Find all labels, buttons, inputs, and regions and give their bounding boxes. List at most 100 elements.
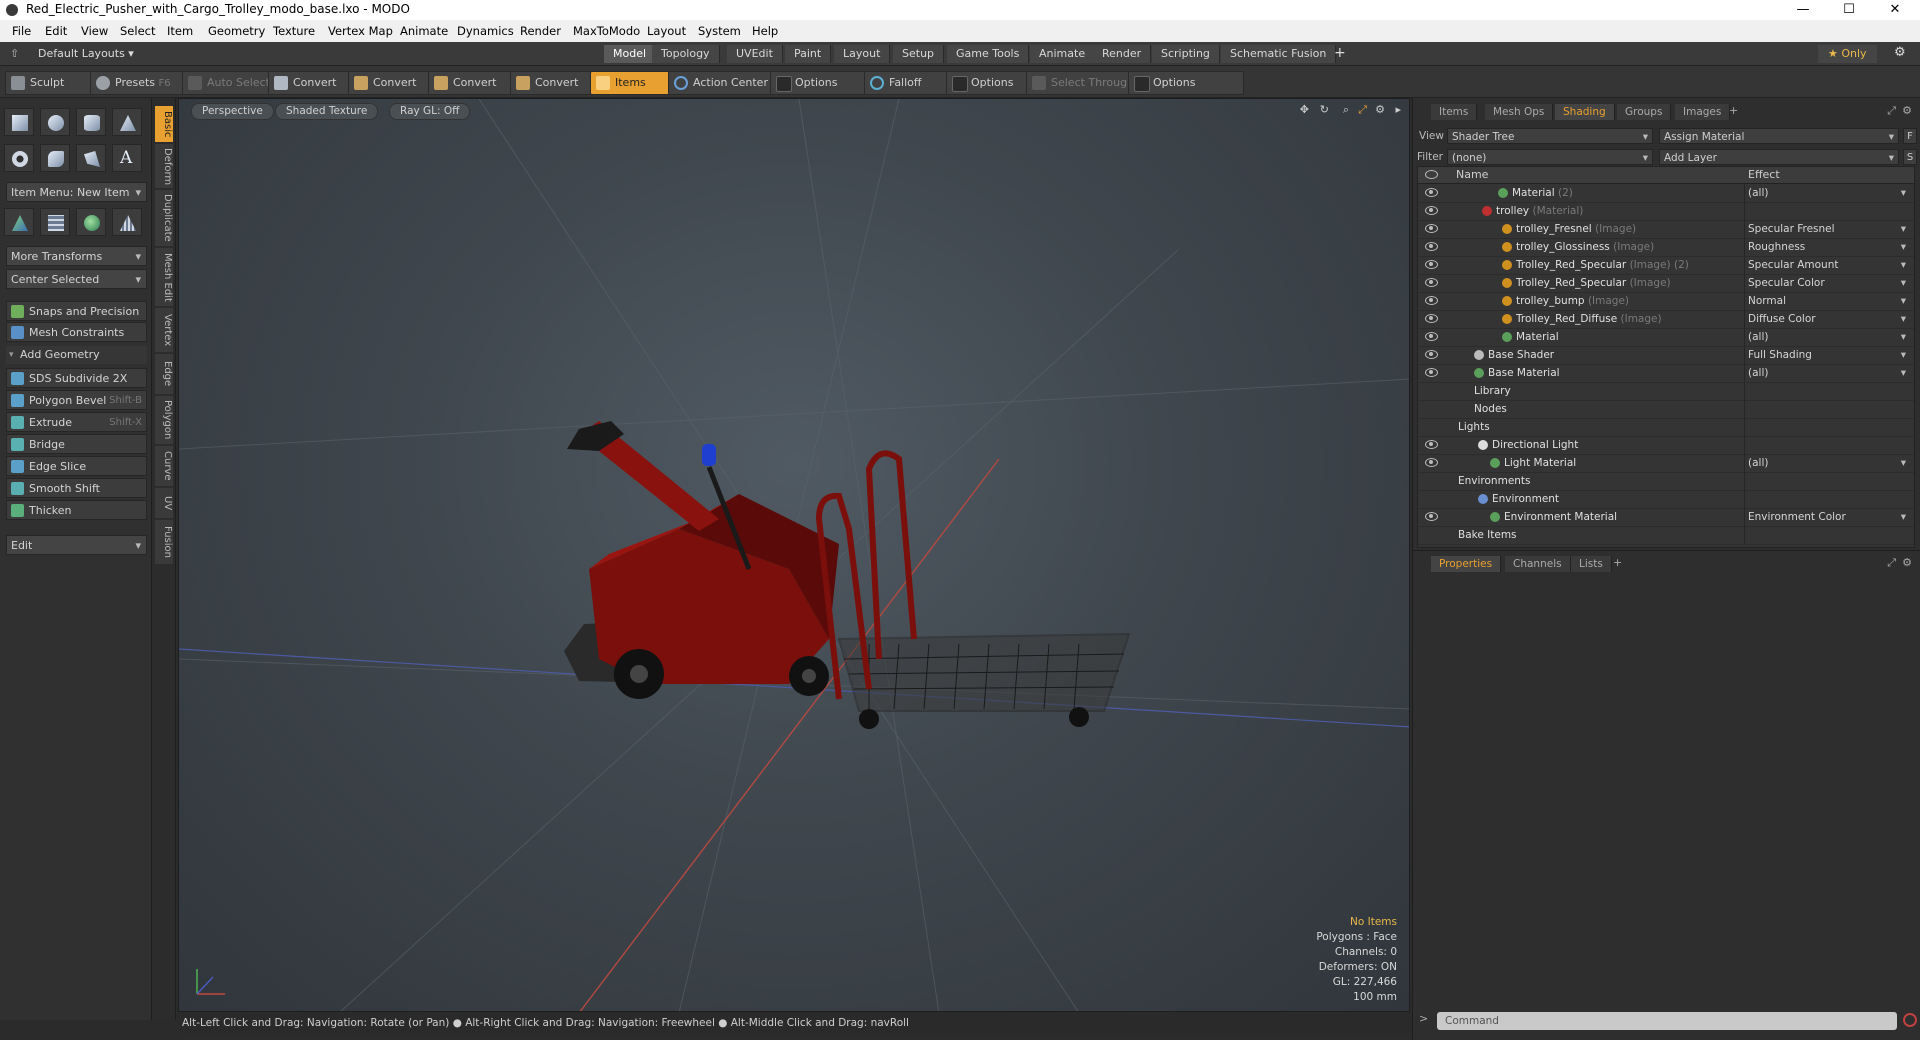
visibility-eye-icon[interactable] [1425,332,1438,341]
shader-tree-row[interactable]: trolley_bump (Image) Normal ▾ [1418,292,1914,311]
close-button[interactable]: ✕ [1872,0,1918,20]
filter-dropdown[interactable]: (none) [1447,149,1653,166]
effect-dropdown-arrow[interactable]: ▾ [1901,292,1906,310]
shader-tree[interactable]: Name Effect Material (2) (all) ▾ trolley (M… [1417,166,1915,548]
menu-animate[interactable]: Animate [400,24,448,38]
sds-subdivide-button[interactable]: SDS Subdivide 2X [6,368,147,388]
visibility-eye-icon[interactable] [1425,278,1438,287]
visibility-eye-icon[interactable] [1425,260,1438,269]
effect-dropdown-arrow[interactable]: ▾ [1901,274,1906,292]
shader-tree-row[interactable]: Trolley_Red_Diffuse (Image) Diffuse Color… [1418,310,1914,329]
effect-dropdown-arrow[interactable]: ▾ [1901,454,1906,472]
visibility-eye-icon[interactable] [1425,224,1438,233]
visibility-eye-icon[interactable] [1425,368,1438,377]
tab-images[interactable]: Images [1675,104,1731,120]
layer-effect[interactable]: Roughness [1748,238,1898,256]
vtab-curve[interactable]: Curve [155,446,173,486]
maximize-button[interactable]: ☐ [1826,0,1872,20]
shader-tree-row[interactable]: Light Material (all) ▾ [1418,454,1914,473]
menu-item[interactable]: Item [167,24,193,38]
visibility-eye-icon[interactable] [1425,440,1438,449]
tab-shading[interactable]: Shading [1555,104,1615,120]
vtab-fusion[interactable]: Fusion [155,520,173,564]
layer-effect[interactable]: (all) [1748,364,1898,382]
center-selected-dropdown[interactable]: Center Selected [6,269,147,290]
text-tool[interactable]: A [112,144,142,172]
globe-tool[interactable] [76,208,106,236]
menu-vertex-map[interactable]: Vertex Map [328,24,393,38]
assign-material-dropdown[interactable]: Assign Material [1659,128,1899,145]
tab-topology[interactable]: Topology [652,45,720,63]
effect-dropdown-arrow[interactable]: ▾ [1901,346,1906,364]
lower-expand-icon[interactable]: ⤢ [1887,556,1896,570]
visibility-eye-icon[interactable] [1425,512,1438,521]
tube-tool[interactable] [40,144,70,172]
shader-tree-row[interactable]: Material (2) (all) ▾ [1418,184,1914,203]
3d-viewport[interactable]: Perspective Shaded Texture Ray GL: Off ✥… [178,98,1410,1012]
grid-tool[interactable] [40,208,70,236]
menu-layout[interactable]: Layout [647,24,686,38]
layer-effect[interactable]: Environment Color [1748,508,1898,526]
add-lower-tab-button[interactable]: + [1613,556,1622,569]
zoom-icon[interactable]: ⌕ [1343,103,1349,117]
vtab-deform[interactable]: Deform [155,144,173,188]
perspective-view-button[interactable]: Perspective [191,103,274,120]
vtab-mesh-edit[interactable]: Mesh Edit [155,248,173,306]
tab-model[interactable]: Model [604,45,657,63]
layer-effect[interactable]: Normal [1748,292,1898,310]
minimize-button[interactable]: — [1780,0,1826,20]
effect-dropdown-arrow[interactable]: ▾ [1901,310,1906,328]
shader-tree-row[interactable]: Base Material (all) ▾ [1418,364,1914,383]
visibility-eye-icon[interactable] [1425,314,1438,323]
extrude-button[interactable]: Extrude Shift-X [6,412,147,432]
locator-tool[interactable] [4,208,34,236]
more-transforms-dropdown[interactable]: More Transforms [6,246,147,267]
tab-paint[interactable]: Paint [785,45,832,63]
vtab-edge[interactable]: Edge [155,354,173,394]
shader-tree-row[interactable]: Lights [1418,418,1914,437]
visibility-eye-icon[interactable] [1425,296,1438,305]
shader-tree-row[interactable]: trolley_Glossiness (Image) Roughness ▾ [1418,238,1914,257]
effect-dropdown-arrow[interactable]: ▾ [1901,328,1906,346]
effect-dropdown-arrow[interactable]: ▾ [1901,508,1906,526]
layer-effect[interactable]: Diffuse Color [1748,310,1898,328]
command-input[interactable]: Command [1437,1012,1897,1030]
effect-dropdown-arrow[interactable]: ▾ [1901,184,1906,202]
edge-slice-button[interactable]: Edge Slice [6,456,147,476]
s-button[interactable]: S [1903,149,1917,165]
add-geometry-section[interactable]: ▾ Add Geometry [6,346,147,364]
tab-schematic-fusion[interactable]: Schematic Fusion [1221,45,1337,63]
default-layouts-dropdown[interactable]: Default Layouts ▾ [38,47,134,60]
tab-layout[interactable]: Layout [834,45,891,63]
edit-dropdown[interactable]: Edit [6,535,147,556]
menu-help[interactable]: Help [752,24,778,38]
shaded-texture-button[interactable]: Shaded Texture [275,103,379,120]
layout-arrow-icon[interactable]: ⇧ [10,47,19,60]
sphere-tool[interactable] [40,108,70,136]
shader-tree-row[interactable]: Material (all) ▾ [1418,328,1914,347]
f-button[interactable]: F [1903,128,1917,144]
vtab-basic[interactable]: Basic [155,106,173,142]
effect-dropdown-arrow[interactable]: ▾ [1901,364,1906,382]
shader-tree-row[interactable]: Environments [1418,472,1914,491]
cube-tool[interactable] [4,108,34,136]
menu-geometry[interactable]: Geometry [208,24,265,38]
vtab-duplicate[interactable]: Duplicate [155,190,173,246]
lower-gear-icon[interactable]: ⚙ [1902,556,1912,569]
options-button-3[interactable]: Options [1128,71,1244,95]
add-layer-dropdown[interactable]: Add Layer [1659,149,1899,166]
shader-tree-row[interactable]: Library [1418,382,1914,401]
tab-animate[interactable]: Animate [1030,45,1096,63]
item-menu-dropdown[interactable]: Item Menu: New Item [6,182,147,203]
fit-icon[interactable]: ⤢ [1358,103,1367,117]
shader-tree-row[interactable]: Bake Items [1418,526,1914,545]
record-icon[interactable] [1903,1013,1917,1027]
snaps-precision-button[interactable]: Snaps and Precision [6,301,147,321]
tab-uvedit[interactable]: UVEdit [727,45,783,63]
visibility-eye-icon[interactable] [1425,206,1438,215]
effect-dropdown-arrow[interactable]: ▾ [1901,238,1906,256]
shader-tree-row[interactable]: Trolley_Red_Specular (Image) Specular Col… [1418,274,1914,293]
visibility-eye-icon[interactable] [1425,242,1438,251]
menu-edit[interactable]: Edit [45,24,67,38]
vtab-polygon[interactable]: Polygon [155,396,173,444]
